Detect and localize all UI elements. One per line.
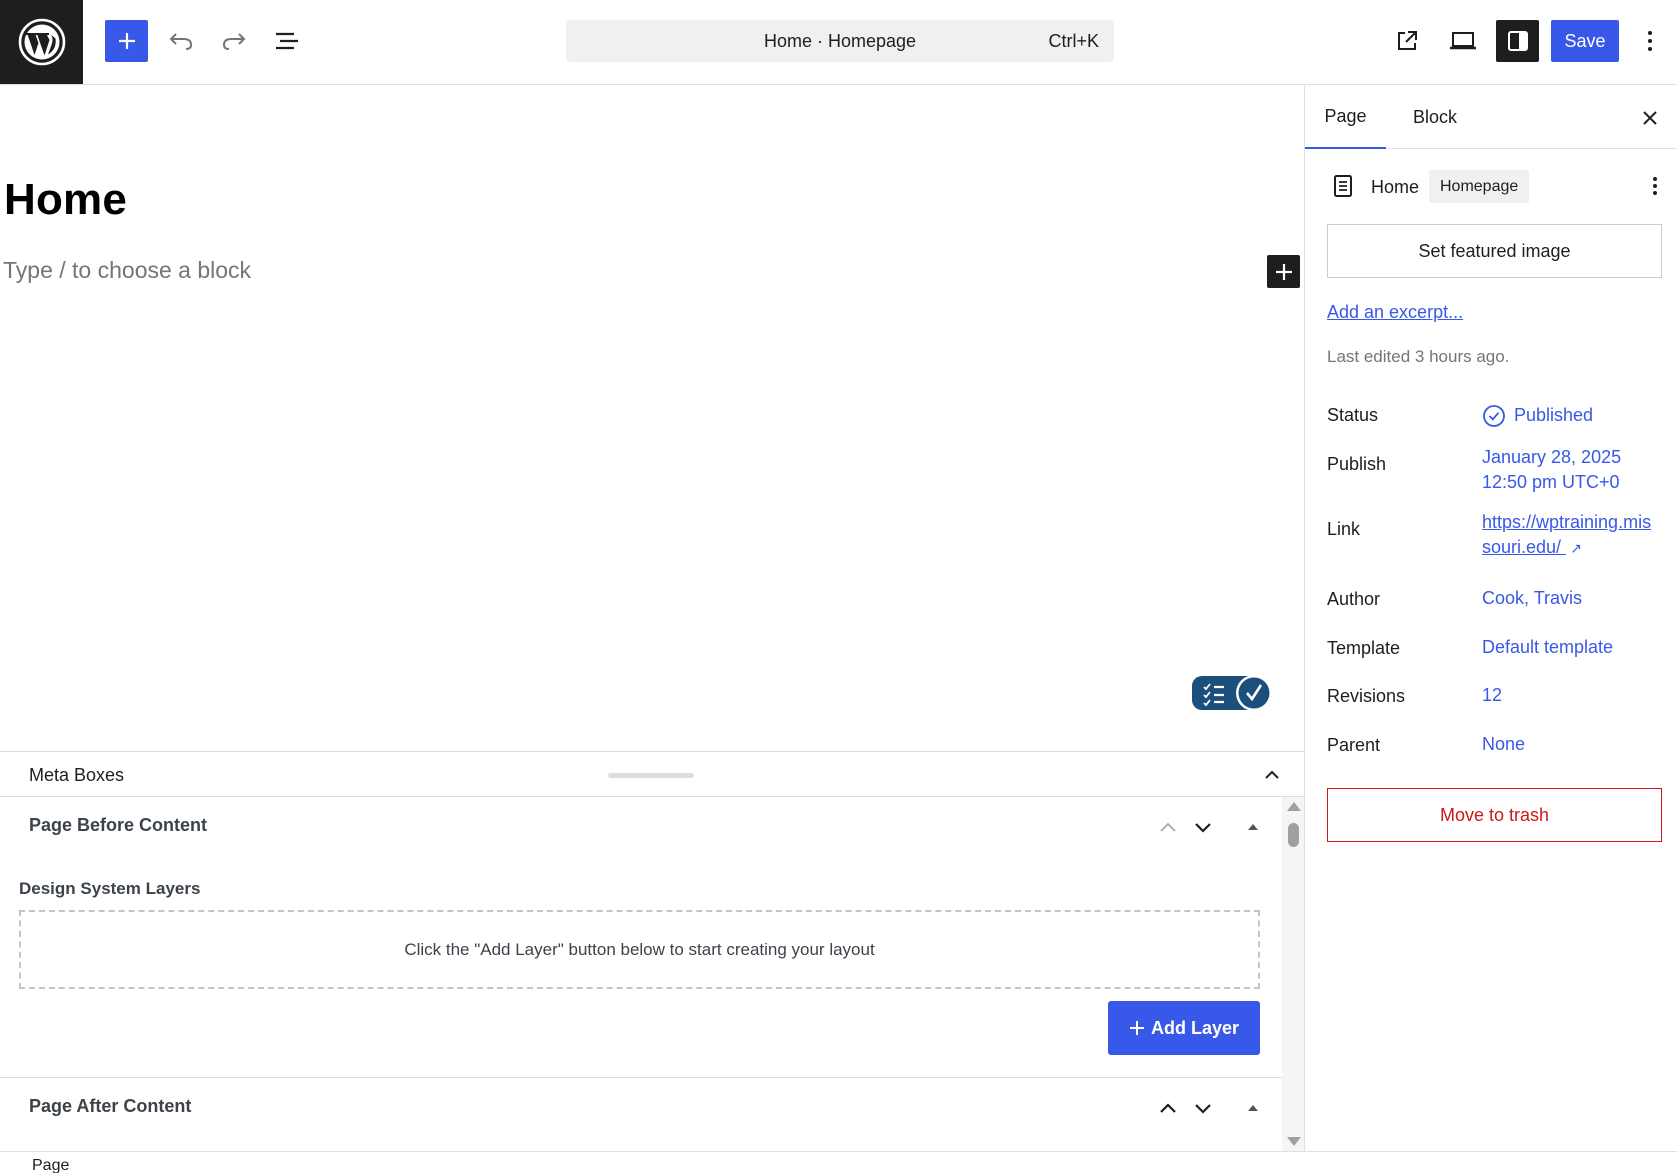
link-label: Link <box>1327 519 1361 539</box>
undo-button[interactable] <box>160 20 202 62</box>
chevron-down-icon <box>1195 1103 1211 1114</box>
add-layer-label: Add Layer <box>1150 1017 1240 1038</box>
page-icon <box>1334 175 1352 197</box>
external-link-icon <box>1398 31 1417 50</box>
page-link-url: https://wptraining.missouri.edu/ <box>1482 512 1652 557</box>
revisions-value[interactable]: 12 <box>1482 683 1502 708</box>
move-down-button[interactable] <box>1189 1094 1217 1122</box>
scroll-down-arrow-icon[interactable] <box>1287 1137 1301 1146</box>
layers-empty-text: Click the "Add Layer" button below to st… <box>404 939 875 959</box>
command-shortcut: Ctrl+K <box>1048 30 1099 51</box>
status-value: Published <box>1514 405 1594 425</box>
toggle-panel-button[interactable] <box>1239 813 1267 841</box>
close-icon <box>1643 111 1657 125</box>
last-edited-text: Last edited 3 hours ago. <box>1327 347 1510 366</box>
document-title: Home · Homepage <box>763 30 917 51</box>
sidebar-settings-icon <box>1507 31 1528 51</box>
options-menu-button[interactable] <box>1630 20 1670 62</box>
publish-date-button[interactable]: January 28, 2025 12:50 pm UTC+0 <box>1482 445 1621 495</box>
meta-scrollbar[interactable] <box>1282 797 1304 1151</box>
parent-label: Parent <box>1327 735 1381 755</box>
more-vertical-icon <box>1653 177 1657 195</box>
meta-boxes-header: Meta Boxes <box>0 751 1304 797</box>
design-system-layers-label: Design System Layers <box>19 879 201 898</box>
postbox-after-title: Page After Content <box>29 1096 192 1116</box>
parent-value[interactable]: None <box>1482 732 1525 757</box>
template-value[interactable]: Default template <box>1482 635 1613 660</box>
scroll-thumb[interactable] <box>1288 823 1299 847</box>
chevron-up-icon <box>1160 822 1176 832</box>
publish-label: Publish <box>1327 454 1387 474</box>
scroll-up-arrow-icon[interactable] <box>1287 802 1301 811</box>
plus-icon <box>1275 263 1292 280</box>
publish-time: 12:50 pm UTC+0 <box>1482 472 1620 492</box>
close-sidebar-button[interactable] <box>1635 103 1665 133</box>
author-value[interactable]: Cook, Travis <box>1482 586 1582 611</box>
command-palette-bar[interactable]: Home · Homepage Ctrl+K <box>566 20 1114 62</box>
settings-sidebar: Page Block Home Homepage Set featured im… <box>1304 85 1677 1151</box>
move-down-button[interactable] <box>1189 813 1217 841</box>
page-badge: Homepage <box>1429 170 1530 203</box>
chevron-up-icon <box>1265 770 1279 779</box>
meta-boxes-area: Page Before Content Design System Layers… <box>0 797 1304 1151</box>
editor-header: Home · Homepage Ctrl+K Save <box>0 0 1677 85</box>
meta-boxes-collapse-button[interactable] <box>1258 762 1286 788</box>
triangle-up-icon <box>1248 824 1258 830</box>
page-link[interactable]: https://wptraining.missouri.edu/ ↗ <box>1482 510 1657 561</box>
chevron-down-icon <box>1195 822 1211 833</box>
undo-icon <box>169 33 193 50</box>
move-up-button[interactable] <box>1154 813 1182 841</box>
editor-canvas: Home Type / to choose a block <box>0 85 1304 751</box>
move-up-button[interactable] <box>1154 1094 1182 1122</box>
move-to-trash-button[interactable]: Move to trash <box>1327 788 1662 842</box>
meta-boxes-resize-handle[interactable] <box>608 773 694 778</box>
add-excerpt-link[interactable]: Add an excerpt... <box>1327 302 1463 323</box>
preview-button[interactable] <box>1442 20 1484 62</box>
block-breadcrumb[interactable]: Page <box>32 1157 69 1173</box>
tab-block[interactable]: Block <box>1405 85 1465 149</box>
postbox-before-title: Page Before Content <box>29 815 208 835</box>
published-check-icon <box>1483 404 1505 427</box>
author-label: Author <box>1327 589 1381 609</box>
triangle-up-icon <box>1248 1105 1258 1111</box>
page-name: Home <box>1371 177 1420 197</box>
wordpress-logo-icon[interactable] <box>0 0 83 84</box>
list-view-icon <box>276 32 298 50</box>
postbox-after-header: Page After Content <box>0 1078 1282 1138</box>
layers-dropzone: Click the "Add Layer" button below to st… <box>19 910 1260 989</box>
accessibility-checker-toggle[interactable] <box>1192 674 1274 712</box>
status-label: Status <box>1327 405 1379 425</box>
settings-toggle-button[interactable] <box>1496 20 1539 62</box>
status-value-button[interactable]: Published <box>1482 403 1593 428</box>
post-title[interactable]: Home <box>4 175 127 225</box>
tab-page[interactable]: Page <box>1305 85 1386 149</box>
external-arrow-icon: ↗ <box>1570 540 1582 556</box>
document-overview-button[interactable] <box>266 20 308 62</box>
block-inserter-button[interactable] <box>105 20 148 62</box>
redo-icon <box>222 33 246 50</box>
view-page-button[interactable] <box>1386 20 1428 62</box>
chevron-up-icon <box>1160 1102 1176 1113</box>
save-button[interactable]: Save <box>1551 20 1619 62</box>
block-placeholder[interactable]: Type / to choose a block <box>3 257 251 284</box>
add-layer-button[interactable]: Add Layer <box>1108 1001 1260 1055</box>
template-label: Template <box>1327 638 1401 658</box>
revisions-label: Revisions <box>1327 686 1406 706</box>
editor-footer: Page <box>0 1151 1677 1173</box>
desktop-preview-icon <box>1450 32 1476 50</box>
set-featured-image-button[interactable]: Set featured image <box>1327 224 1662 278</box>
meta-boxes-title: Meta Boxes <box>29 765 125 785</box>
toggle-panel-button[interactable] <box>1239 1094 1267 1122</box>
more-vertical-icon <box>1648 31 1652 51</box>
sidebar-tabs: Page Block <box>1305 85 1677 149</box>
postbox-before-header: Page Before Content <box>0 797 1282 857</box>
page-actions-button[interactable] <box>1643 173 1667 199</box>
plus-icon <box>1129 1021 1144 1035</box>
redo-button[interactable] <box>213 20 255 62</box>
publish-date: January 28, 2025 <box>1482 447 1622 467</box>
add-block-button[interactable] <box>1267 255 1300 288</box>
plus-icon <box>118 33 135 49</box>
